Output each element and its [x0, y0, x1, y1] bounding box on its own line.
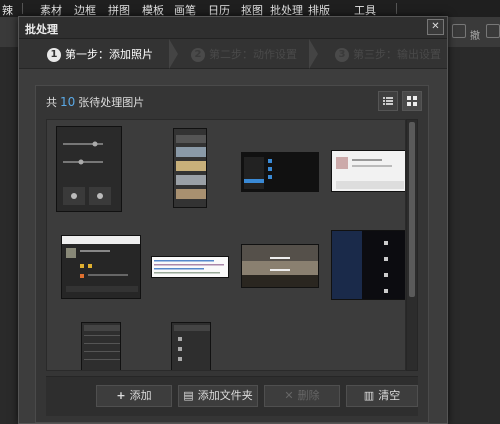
undo-label: 撤	[470, 31, 480, 42]
step-number: 2	[191, 48, 205, 62]
trash-icon: ▥	[363, 389, 375, 402]
list-view-icon	[383, 97, 393, 105]
plus-icon: +	[116, 389, 126, 402]
restore-icon[interactable]	[486, 24, 500, 38]
thumbnail[interactable]	[81, 322, 121, 370]
step-add-photos[interactable]: 1 第一步：添加照片	[47, 46, 153, 62]
thumbnail[interactable]	[173, 128, 207, 208]
menu-bar: 辣 素材 边框 拼图 模板 画笔 日历 抠图 批处理 排版 工具	[0, 0, 500, 17]
scrollbar-thumb[interactable]	[409, 122, 415, 297]
delete-button-label: 删除	[297, 389, 320, 402]
thumbnail[interactable]	[331, 150, 405, 192]
step-label: 第一步：添加照片	[65, 48, 153, 61]
thumbnail-grid	[46, 119, 406, 371]
step-action-settings[interactable]: 2 第二步：动作设置	[191, 46, 297, 62]
count-suffix: 张待处理图片	[78, 96, 145, 109]
add-folder-button-label: 添加文件夹	[197, 389, 253, 402]
grid-view-icon	[407, 96, 417, 106]
dialog-title: 批处理	[25, 23, 58, 36]
menu-item-0[interactable]: 辣	[2, 2, 13, 18]
clear-button[interactable]: ▥ 清空	[346, 385, 418, 407]
menu-separator	[396, 3, 397, 14]
delete-button[interactable]: ✕ 删除	[264, 385, 340, 407]
step-output-settings[interactable]: 3 第三步：输出设置	[335, 46, 441, 62]
add-button-label: 添加	[129, 389, 152, 402]
x-icon: ✕	[284, 389, 294, 402]
thumbnail[interactable]	[331, 230, 405, 300]
add-folder-button[interactable]: ▤ 添加文件夹	[178, 385, 258, 407]
list-view-button[interactable]	[378, 91, 398, 111]
step-arrow	[309, 39, 318, 69]
grid-view-button[interactable]	[402, 91, 422, 111]
action-button-row: + 添加 ▤ 添加文件夹 ✕ 删除 ▥ 清空	[46, 376, 418, 416]
thumbnail[interactable]	[56, 126, 122, 212]
thumbnail[interactable]	[241, 244, 319, 288]
undo-icon[interactable]	[452, 24, 466, 38]
folder-icon: ▤	[183, 389, 194, 402]
thumbnail[interactable]	[151, 256, 229, 278]
count-prefix: 共	[46, 96, 57, 109]
menu-separator	[22, 3, 23, 14]
dialog-titlebar[interactable]: 批处理 ✕	[19, 17, 447, 39]
clear-button-label: 清空	[378, 389, 401, 402]
step-indicator: 1 第一步：添加照片 2 第二步：动作设置 3 第三步：输出设置	[19, 39, 447, 69]
step-number: 3	[335, 48, 349, 62]
thumbnail[interactable]	[61, 235, 141, 299]
vertical-scrollbar[interactable]	[406, 119, 418, 371]
photo-panel: 共 10 张待处理图片 + 添加 ▤ 添加文件夹 ✕ 删除 ▥ 清空	[35, 85, 429, 423]
count-number: 10	[60, 95, 76, 109]
thumbnail[interactable]	[241, 152, 319, 192]
step-label: 第三步：输出设置	[353, 48, 441, 61]
photo-count: 共 10 张待处理图片	[46, 94, 144, 110]
close-button[interactable]: ✕	[427, 19, 444, 35]
add-button[interactable]: + 添加	[96, 385, 172, 407]
step-number: 1	[47, 48, 61, 62]
step-label: 第二步：动作设置	[209, 48, 297, 61]
batch-dialog: 批处理 ✕ 1 第一步：添加照片 2 第二步：动作设置 3 第三步：输出设置 共 10 张…	[18, 16, 448, 424]
thumbnail[interactable]	[171, 322, 211, 370]
step-arrow	[169, 39, 178, 69]
